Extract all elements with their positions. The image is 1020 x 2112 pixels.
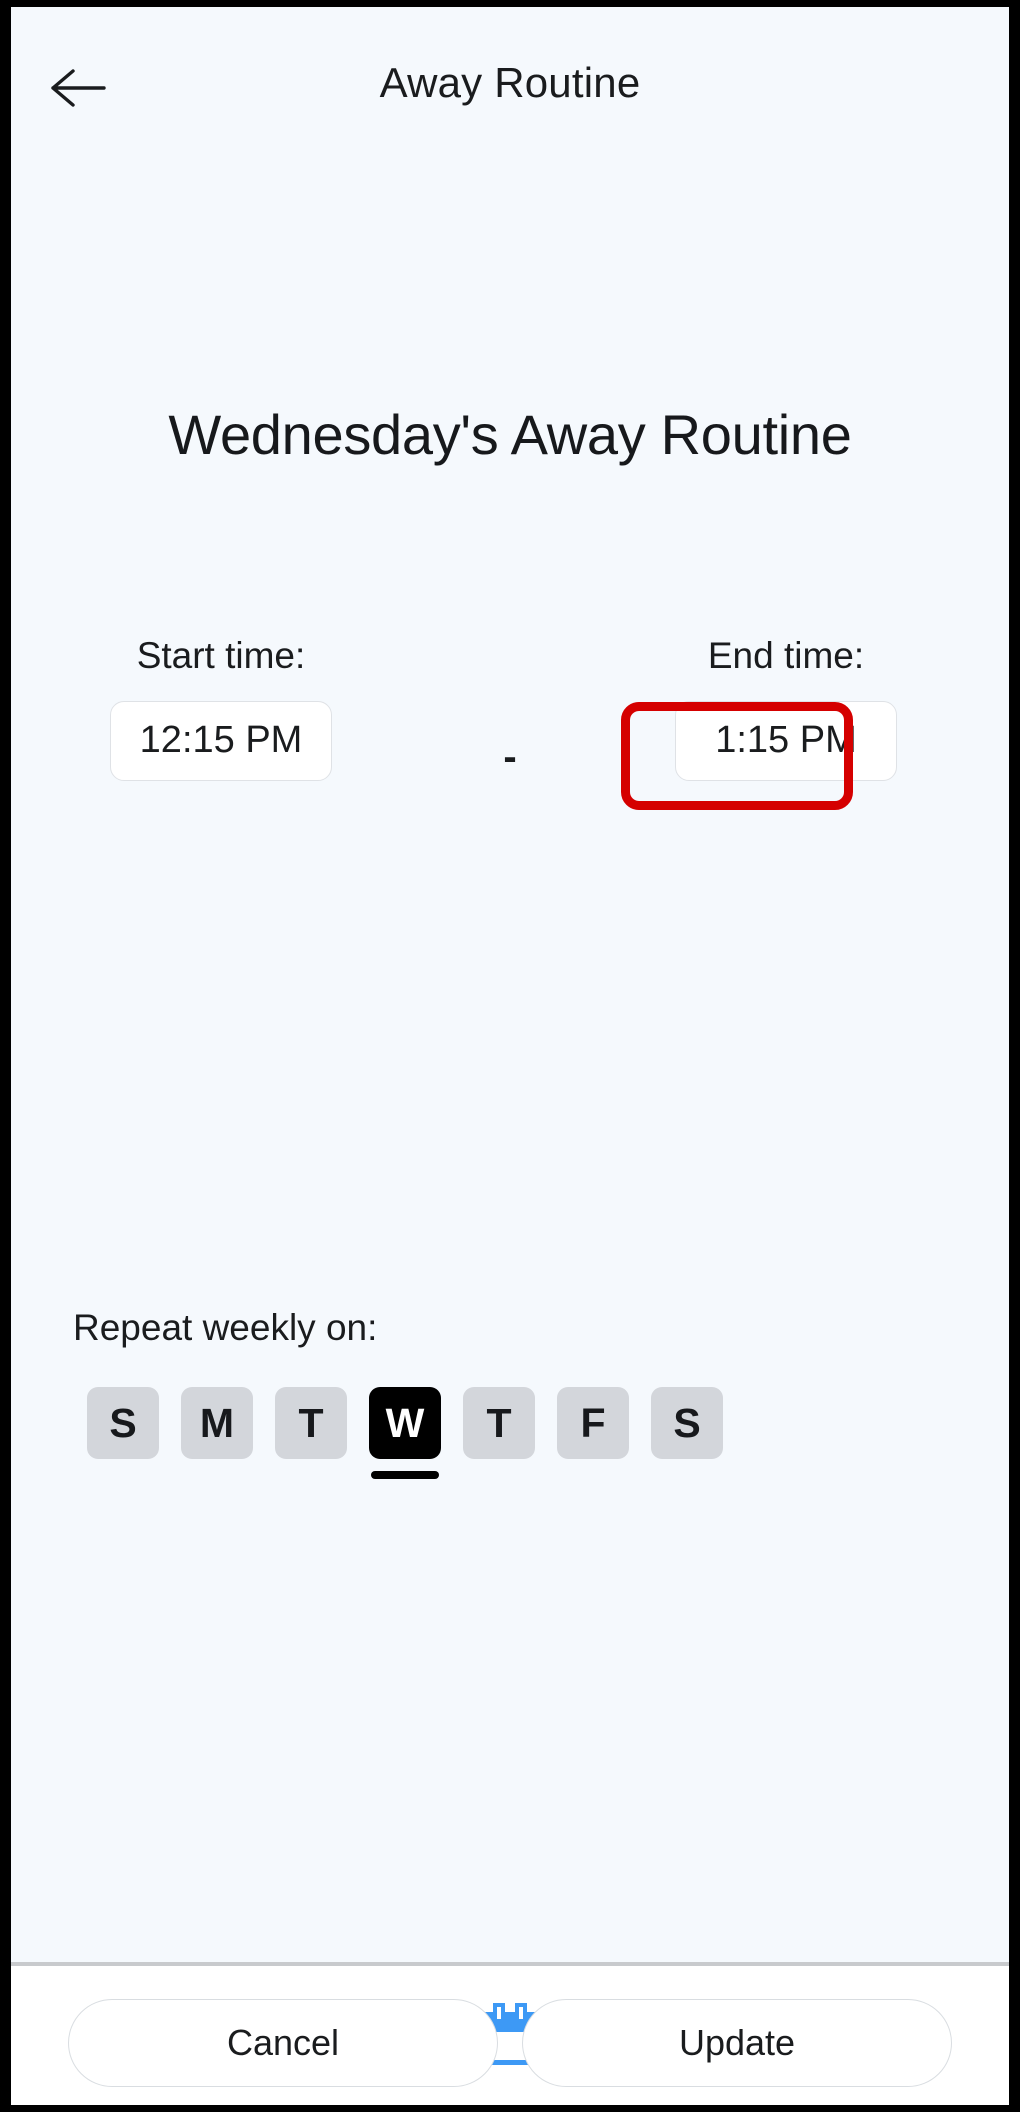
weekday-chip[interactable]: T	[275, 1387, 347, 1459]
end-time-field[interactable]: 1:15 PM	[675, 701, 897, 781]
weekday-monday: M	[181, 1387, 253, 1459]
app-screen: Away Routine Wednesday's Away Routine St…	[11, 7, 1009, 2105]
weekday-sunday: S	[87, 1387, 159, 1459]
time-range-row: Start time: 12:15 PM - End time: 1:15 PM	[11, 637, 1009, 827]
weekday-chip[interactable]: S	[651, 1387, 723, 1459]
app-bar: Away Routine	[11, 7, 1009, 147]
weekday-selector: S M T W T F S	[87, 1387, 723, 1479]
weekday-thursday: T	[463, 1387, 535, 1459]
start-time-label: Start time:	[136, 635, 306, 676]
weekday-tuesday: T	[275, 1387, 347, 1459]
weekday-chip-selected[interactable]: W	[369, 1387, 441, 1459]
page-title: Away Routine	[379, 59, 641, 106]
weekday-wednesday: W	[369, 1387, 441, 1479]
weekday-selected-underline	[371, 1471, 439, 1479]
routine-heading: Wednesday's Away Routine	[168, 403, 852, 466]
weekday-chip[interactable]: T	[463, 1387, 535, 1459]
weekday-chip[interactable]: F	[557, 1387, 629, 1459]
weekday-saturday: S	[651, 1387, 723, 1459]
cancel-button[interactable]: Cancel	[68, 1999, 498, 2087]
routine-content: Wednesday's Away Routine Start time: 12:…	[11, 147, 1009, 2087]
end-time-group: End time: 1:15 PM	[636, 637, 936, 781]
action-button-row: Cancel Update	[11, 1999, 1009, 2087]
repeat-weekly-label: Repeat weekly on:	[73, 1307, 378, 1348]
update-button[interactable]: Update	[522, 1999, 952, 2087]
weekday-friday: F	[557, 1387, 629, 1459]
weekday-chip[interactable]: S	[87, 1387, 159, 1459]
weekday-chip[interactable]: M	[181, 1387, 253, 1459]
end-time-label: End time:	[707, 635, 865, 676]
device-frame: Away Routine Wednesday's Away Routine St…	[0, 0, 1020, 2112]
